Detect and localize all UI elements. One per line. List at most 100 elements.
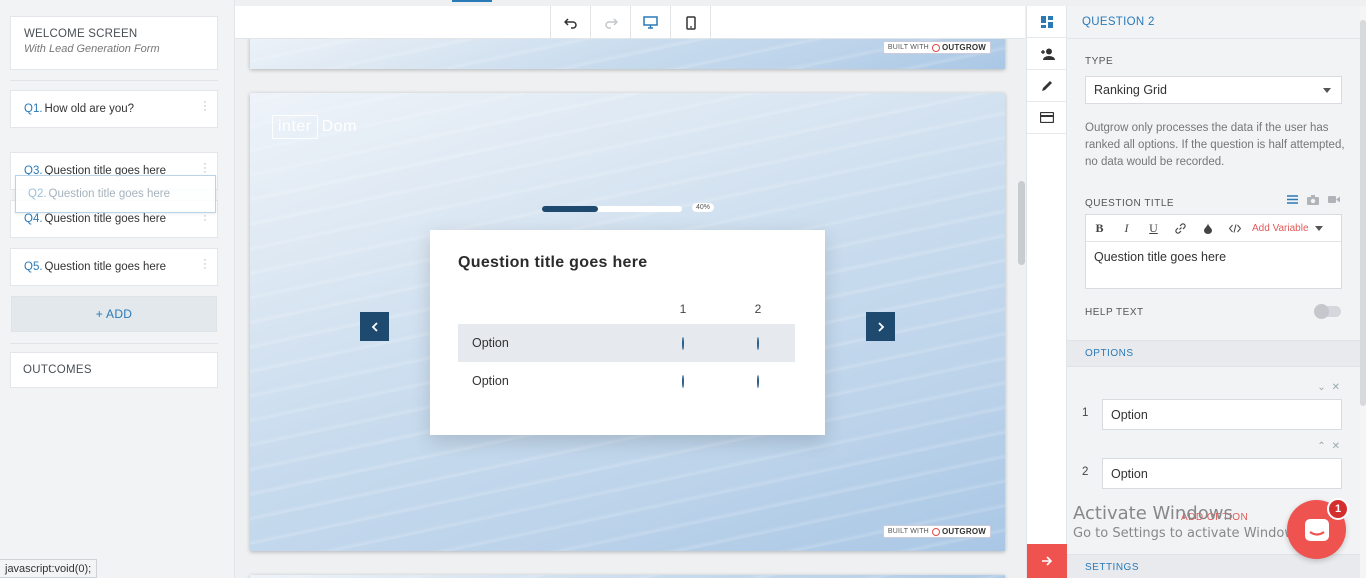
active-tab-indicator <box>452 0 492 2</box>
previous-button[interactable] <box>360 312 389 341</box>
italic-button[interactable]: I <box>1113 215 1140 242</box>
more-vertical-icon[interactable]: ··· <box>203 97 207 116</box>
video-icon[interactable] <box>1328 195 1340 204</box>
rail-edit-button[interactable] <box>1027 70 1067 102</box>
rail-dashboard-button[interactable] <box>1027 6 1067 38</box>
toggle-knob <box>1314 304 1329 319</box>
caret-down-icon <box>1323 88 1331 93</box>
question-title: Question title goes here <box>44 261 167 273</box>
outcomes-card[interactable]: OUTCOMES <box>10 352 218 388</box>
question-type-select[interactable]: Ranking Grid <box>1085 76 1342 104</box>
editor-toolbar: B I U Add Variable <box>1086 215 1341 242</box>
built-with-outgrow-badge: BUILT WITH OUTGROW <box>882 525 991 538</box>
link-button[interactable] <box>1167 215 1194 242</box>
status-bar-url: javascript:void(0); <box>0 559 98 578</box>
previous-slide: BUILT WITH OUTGROW <box>250 39 1005 69</box>
code-icon <box>1228 223 1241 233</box>
dragging-question-q2[interactable]: Q2. Question title goes here <box>15 175 216 213</box>
bold-button[interactable]: B <box>1086 215 1113 242</box>
color-button[interactable] <box>1194 215 1221 242</box>
next-button[interactable] <box>866 312 895 341</box>
add-variable-dropdown[interactable]: Add Variable <box>1252 223 1323 234</box>
properties-panel: QUESTION 2 TYPE Ranking Grid Outgrow onl… <box>1067 6 1360 578</box>
question-title: How old are you? <box>44 103 135 115</box>
code-button[interactable] <box>1221 215 1248 242</box>
panel-scrollbar-thumb[interactable] <box>1360 20 1366 406</box>
welcome-screen-card[interactable]: WELCOME SCREEN With Lead Generation Form <box>10 16 218 70</box>
desktop-view-button[interactable] <box>631 6 671 39</box>
add-user-icon <box>1040 48 1055 60</box>
question-card: Question title goes here 1 2 Option Opti… <box>430 230 825 435</box>
outgrow-brand: OUTGROW <box>941 527 986 536</box>
chevron-down-icon[interactable]: ⌄ <box>1317 382 1325 393</box>
undo-icon <box>563 17 577 29</box>
rail-next-button[interactable] <box>1027 544 1067 578</box>
text-align-icon[interactable] <box>1287 195 1298 204</box>
watermark-line-1: Activate Windows <box>1073 503 1233 524</box>
built-with-text: BUILT WITH <box>887 44 929 51</box>
question-title-editor: B I U Add Variable Question title goes h… <box>1085 214 1342 289</box>
type-label: TYPE <box>1085 56 1114 67</box>
link-icon <box>1175 222 1186 234</box>
camera-icon[interactable] <box>1307 195 1319 205</box>
built-with-text: BUILT WITH <box>887 528 929 535</box>
question-item-q1[interactable]: Q1. How old are you? · · · <box>10 90 218 128</box>
chat-icon <box>1304 518 1329 541</box>
options-section-header[interactable]: OPTIONS <box>1067 340 1360 367</box>
mobile-icon <box>685 15 696 30</box>
question-type-value: Ranking Grid <box>1094 83 1167 97</box>
question-number: Q1. <box>24 103 43 115</box>
row-label: Option <box>472 374 509 388</box>
outgrow-brand: OUTGROW <box>941 43 986 52</box>
question-title-label: QUESTION TITLE <box>1085 198 1175 209</box>
top-toolbar <box>235 0 1025 39</box>
grid-row: Option <box>458 362 795 400</box>
chevron-up-icon[interactable]: ⌃ <box>1317 441 1325 452</box>
question-card-title: Question title goes here <box>458 254 648 271</box>
redo-icon <box>604 17 618 29</box>
chat-notification-badge: 1 <box>1327 498 1349 520</box>
more-vertical-icon[interactable]: ··· <box>203 255 207 274</box>
question-item-q5[interactable]: Q5. Question title goes here · · · <box>10 248 218 286</box>
rail-add-user-button[interactable] <box>1027 38 1067 70</box>
option-input[interactable]: Option <box>1102 458 1342 489</box>
close-icon[interactable]: ✕ <box>1332 441 1340 452</box>
logo-text: Dom <box>321 118 357 135</box>
rail-payment-button[interactable] <box>1027 102 1067 134</box>
redo-button[interactable] <box>591 6 631 39</box>
help-text-toggle[interactable] <box>1314 304 1341 319</box>
question-number: Q5. <box>24 261 43 273</box>
chevron-right-icon <box>877 321 884 332</box>
desktop-icon <box>643 16 658 29</box>
question-number: Q4. <box>24 213 43 225</box>
undo-button[interactable] <box>551 6 591 39</box>
grid-row: Option <box>458 324 795 362</box>
logo-box-text: inter <box>272 115 318 139</box>
close-icon[interactable]: ✕ <box>1332 382 1340 393</box>
progress-fill <box>542 206 598 212</box>
outgrow-logo-icon <box>931 43 940 52</box>
panel-title: QUESTION 2 <box>1067 6 1360 39</box>
dashboard-icon <box>1041 15 1053 28</box>
option-input[interactable]: Option <box>1102 399 1342 430</box>
windows-activation-watermark: Activate Windows Go to Settings to activ… <box>1073 503 1306 541</box>
current-slide: inter Dom 40% Question title goes here 1… <box>250 93 1005 551</box>
grid-header-row: 1 2 <box>679 302 762 316</box>
question-title-media-icons <box>1287 195 1340 205</box>
pencil-icon <box>1042 80 1052 91</box>
more-vertical-icon[interactable]: ··· <box>203 159 207 178</box>
help-text-label: HELP TEXT <box>1085 307 1144 318</box>
add-question-button[interactable]: + ADD <box>11 296 217 332</box>
divider <box>10 80 218 81</box>
canvas-scrollbar[interactable] <box>1018 181 1025 265</box>
question-title: Question title goes here <box>44 213 167 225</box>
mobile-view-button[interactable] <box>671 6 711 39</box>
panel-scrollbar[interactable] <box>1360 6 1366 578</box>
arrow-right-icon <box>1042 556 1053 566</box>
option-controls: ⌃ ✕ <box>1317 441 1340 452</box>
brand-logo: inter Dom <box>272 115 357 139</box>
chevron-left-icon <box>371 321 378 332</box>
underline-button[interactable]: U <box>1140 215 1167 242</box>
editor-content[interactable]: Question title goes here <box>1086 242 1341 272</box>
ranking-grid: 1 2 Option Option <box>458 296 795 400</box>
